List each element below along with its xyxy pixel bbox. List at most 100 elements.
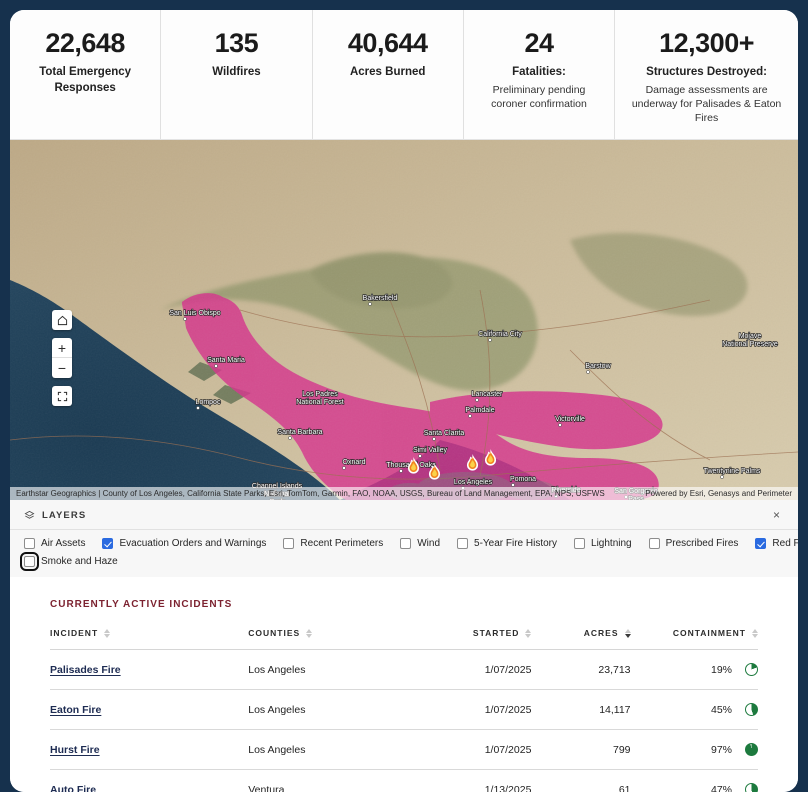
checkbox[interactable] [574,538,585,549]
dashboard-card: 22,648 Total Emergency Responses 135 Wil… [10,10,798,792]
layer-label: Recent Perimeters [300,538,383,549]
checkbox[interactable] [283,538,294,549]
containment-donut-icon [745,743,758,756]
layer-toggle-recent-perimeters[interactable]: Recent Perimeters [283,538,383,549]
active-incidents-section: CURRENTLY ACTIVE INCIDENTS INCIDENT COUNT… [10,577,798,792]
checkbox[interactable] [400,538,411,549]
layer-label: Red Flag Warnings [772,538,798,549]
layer-toggle-prescribed-fires[interactable]: Prescribed Fires [649,538,739,549]
checkbox[interactable] [755,538,766,549]
layer-label: 5-Year Fire History [474,538,557,549]
checkbox[interactable] [24,556,35,567]
acres-cell: 799 [531,730,630,770]
acres-cell: 23,713 [531,650,630,690]
table-row[interactable]: Hurst FireLos Angeles1/07/202579997% [50,730,758,770]
table-row[interactable]: Palisades FireLos Angeles1/07/202523,713… [50,650,758,690]
checkbox[interactable] [457,538,468,549]
incident-name-cell: Eaton Fire [50,690,248,730]
fire-marker-hurst[interactable] [463,453,482,479]
map-controls[interactable]: + − [52,310,72,414]
incident-link[interactable]: Hurst Fire [50,744,100,756]
incidents-table: INCIDENTCOUNTIESSTARTEDACRESCONTAINMENT … [50,628,758,792]
incident-link[interactable]: Palisades Fire [50,664,121,676]
layers-title: LAYERS [42,510,86,521]
stat-card-total-emergency-responses: 22,648 Total Emergency Responses [10,10,161,139]
checkbox[interactable] [102,538,113,549]
incident-name-cell: Hurst Fire [50,730,248,770]
layer-label: Air Assets [41,538,85,549]
started-cell: 1/13/2025 [404,770,531,792]
checkbox[interactable] [649,538,660,549]
layer-toggle-red-flag-warnings[interactable]: Red Flag Warnings [755,538,798,549]
containment-donut-icon [745,703,758,716]
column-header-containment[interactable]: CONTAINMENT [631,628,758,650]
layer-toggle-smoke-and-haze[interactable]: Smoke and Haze [24,556,118,567]
layers-icon [24,510,35,521]
column-header-started[interactable]: STARTED [404,628,531,650]
incident-link[interactable]: Auto Fire [50,784,96,792]
checkbox[interactable] [24,538,35,549]
section-title: CURRENTLY ACTIVE INCIDENTS [50,599,758,610]
containment-value: 97% [711,744,732,756]
started-cell: 1/07/2025 [404,730,531,770]
table-body: Palisades FireLos Angeles1/07/202523,713… [50,650,758,792]
page-root: 22,648 Total Emergency Responses 135 Wil… [0,0,808,792]
layers-row: Air Assets Evacuation Orders and Warnings… [24,538,784,549]
column-label: CONTAINMENT [673,628,746,638]
sort-icon[interactable] [525,629,531,638]
stat-value: 40,644 [323,28,453,59]
fullscreen-icon[interactable] [52,386,72,406]
zoom-out-icon[interactable]: − [52,358,72,378]
stat-card-fatalities: 24 Fatalities: Preliminary pending coron… [464,10,615,139]
stat-label: Wildfires [171,65,301,81]
layers-panel: LAYERS × Air Assets Evacuation Orders and… [10,500,798,577]
layer-label: Evacuation Orders and Warnings [119,538,266,549]
layer-toggle-wind[interactable]: Wind [400,538,440,549]
layer-label: Prescribed Fires [666,538,739,549]
sort-icon[interactable] [625,629,631,638]
stat-label: Structures Destroyed: [625,65,788,81]
containment-cell: 47% [631,770,758,792]
column-label: ACRES [584,628,619,638]
fire-marker-auto[interactable] [404,456,423,482]
stat-sublabel: Damage assessments are underway for Pali… [625,83,788,126]
containment-value: 47% [711,784,732,792]
acres-cell: 14,117 [531,690,630,730]
layer-label: Wind [417,538,440,549]
column-header-acres[interactable]: ACRES [531,628,630,650]
sort-icon[interactable] [752,629,758,638]
layer-toggle-lightning[interactable]: Lightning [574,538,632,549]
zoom-controls[interactable]: + − [52,338,72,378]
incident-link[interactable]: Eaton Fire [50,704,101,716]
stat-value: 12,300+ [625,28,788,59]
fire-marker-palisades[interactable] [425,462,444,488]
containment-value: 45% [711,704,732,716]
stats-strip: 22,648 Total Emergency Responses 135 Wil… [10,10,798,140]
sort-icon[interactable] [104,629,110,638]
stat-label: Acres Burned [323,65,453,81]
layers-header: LAYERS × [10,500,798,530]
acres-cell: 61 [531,770,630,792]
close-icon[interactable]: × [769,507,784,523]
layer-toggle-evacuation-orders-and-warnings[interactable]: Evacuation Orders and Warnings [102,538,266,549]
zoom-in-icon[interactable]: + [52,338,72,358]
sort-icon[interactable] [306,629,312,638]
stat-card-wildfires: 135 Wildfires [161,10,312,139]
county-cell: Ventura [248,770,404,792]
column-header-counties[interactable]: COUNTIES [248,628,404,650]
wildfire-map[interactable]: San Luis ObispoBakersfieldSanta MariaCal… [10,140,798,500]
stat-value: 22,648 [20,28,150,59]
table-row[interactable]: Eaton FireLos Angeles1/07/202514,11745% [50,690,758,730]
layer-toggle-5-year-fire-history[interactable]: 5-Year Fire History [457,538,557,549]
stat-label: Total Emergency Responses [20,65,150,96]
column-header-incident[interactable]: INCIDENT [50,628,248,650]
layer-toggle-air-assets[interactable]: Air Assets [24,538,85,549]
incident-name-cell: Palisades Fire [50,650,248,690]
column-label: INCIDENT [50,628,98,638]
table-header-row: INCIDENT COUNTIESSTARTED ACRES CONTAINMENT [50,628,758,650]
layer-label: Smoke and Haze [41,556,118,567]
attribution-sources: Earthstar Geographics | County of Los An… [16,489,605,498]
fire-marker-eaton[interactable] [481,448,500,474]
table-row[interactable]: Auto Fire Ventura1/13/202561 47% [50,770,758,792]
home-icon[interactable] [52,310,72,330]
